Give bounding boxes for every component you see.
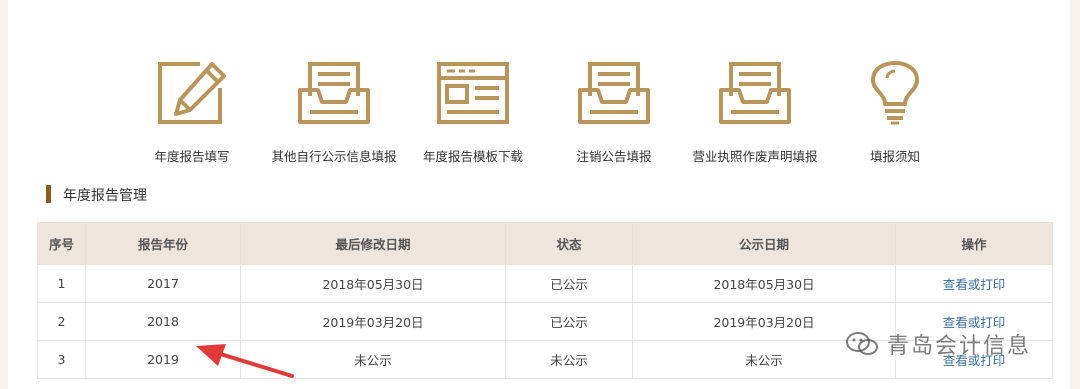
column-header-action: 操作 (895, 222, 1053, 265)
column-header-publish-date: 公示日期 (632, 222, 896, 265)
icon-toolbar: 年度报告填写 其他自行公示信息填报 年度报告模板下载 注销公告填报 营业执照作废… (0, 0, 1080, 175)
icon-label: 填报须知 (869, 149, 920, 164)
inbox-icon (578, 62, 650, 124)
icon-label: 注销公告填报 (576, 149, 652, 164)
cell-report-year: 2018 (85, 302, 241, 341)
filing-instructions-button[interactable]: 填报须知 (820, 60, 970, 165)
cell-last-modified: 2019年03月20日 (240, 302, 506, 341)
icon-label: 年度报告填写 (154, 149, 230, 164)
watermark-text: 青岛会计信息 (887, 334, 1032, 359)
wechat-icon (846, 332, 878, 355)
cell-publish-date: 2018年05月30日 (632, 264, 896, 303)
edit-icon (158, 62, 226, 124)
column-header-last-modified: 最后修改日期 (240, 222, 506, 265)
cell-status: 未公示 (505, 340, 633, 379)
column-header-report-year: 报告年份 (85, 222, 241, 265)
lightbulb-icon (871, 61, 919, 125)
section-title: 年度报告管理 (63, 188, 147, 204)
annual-report-fill-button[interactable]: 年度报告填写 (117, 60, 267, 165)
table-header-row: 序号 报告年份 最后修改日期 状态 公示日期 操作 (37, 222, 1053, 265)
cell-report-year: 2019 (85, 340, 241, 379)
inbox-icon (719, 62, 791, 124)
section-bar (46, 185, 51, 203)
cell-index: 1 (37, 264, 86, 303)
view-print-link[interactable]: 查看或打印 (943, 277, 1006, 292)
cell-last-modified: 未公示 (240, 340, 506, 379)
cell-last-modified: 2018年05月30日 (240, 264, 506, 303)
icon-label: 营业执照作废声明填报 (692, 149, 818, 164)
table-row: 1 2017 2018年05月30日 已公示 2018年05月30日 查看或打印 (37, 264, 1053, 303)
template-download-button[interactable]: 年度报告模板下载 (398, 60, 548, 165)
icon-label: 其他自行公示信息填报 (271, 149, 397, 164)
cell-action: 查看或打印 (895, 264, 1053, 303)
cancellation-notice-button[interactable]: 注销公告填报 (539, 60, 689, 165)
column-header-status: 状态 (505, 222, 633, 265)
cell-report-year: 2017 (85, 264, 241, 303)
template-icon (437, 62, 509, 124)
column-header-index: 序号 (37, 222, 86, 265)
cell-index: 2 (37, 302, 86, 341)
icon-label: 年度报告模板下载 (422, 149, 523, 164)
cell-status: 已公示 (505, 302, 633, 341)
inbox-icon (298, 62, 370, 124)
other-info-fill-button[interactable]: 其他自行公示信息填报 (259, 60, 409, 165)
cell-index: 3 (37, 340, 86, 379)
license-void-statement-button[interactable]: 营业执照作废声明填报 (680, 60, 830, 165)
cell-status: 已公示 (505, 264, 633, 303)
